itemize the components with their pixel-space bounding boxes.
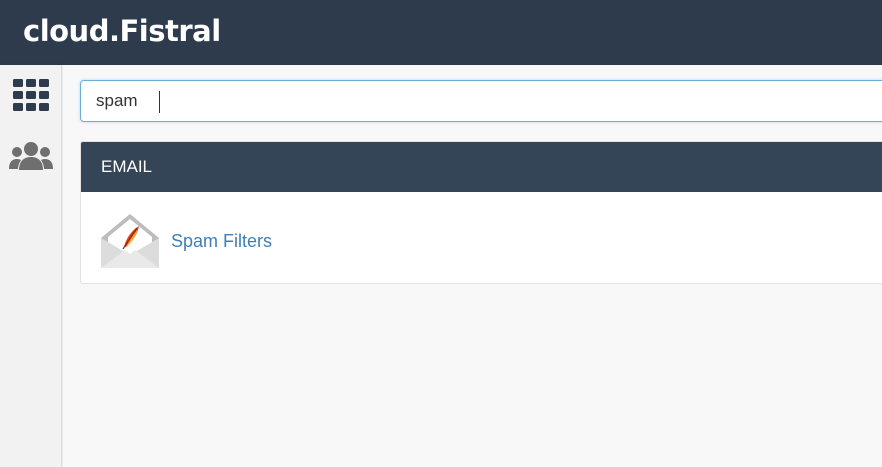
main-content: EMAIL Spam Filters (63, 65, 882, 467)
sidebar (0, 65, 62, 467)
spam-filters-icon (99, 210, 161, 272)
search-input[interactable] (81, 81, 882, 121)
search-box (80, 80, 882, 122)
text-caret (159, 91, 160, 113)
item-label: Spam Filters (171, 230, 273, 251)
spam-filters-link[interactable]: Spam Filters (99, 210, 272, 272)
section-header: EMAIL (81, 142, 882, 192)
top-bar: cloud.Fistral (0, 0, 882, 65)
grid-icon (13, 79, 49, 111)
users-icon (9, 140, 53, 172)
sidebar-item-tools[interactable] (0, 70, 62, 120)
brand-logo[interactable]: cloud.Fistral (23, 14, 221, 48)
results-panel-email: EMAIL Spam Filters (80, 141, 882, 284)
sidebar-item-users[interactable] (0, 131, 62, 181)
